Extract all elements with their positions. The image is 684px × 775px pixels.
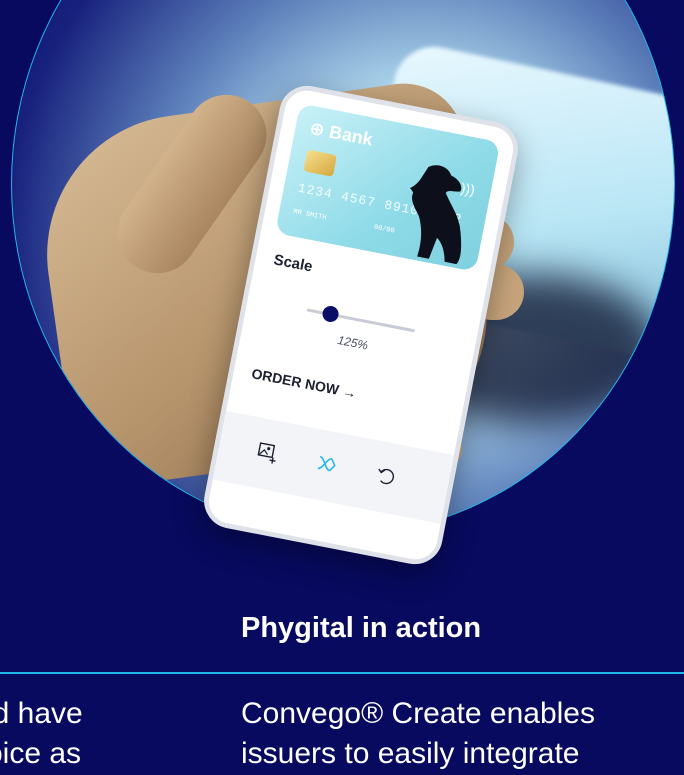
card-holder: MR SMITH bbox=[292, 208, 328, 223]
left-text-line: ld have bbox=[0, 697, 83, 730]
phone-toolbar bbox=[212, 410, 454, 524]
bank-logo: ⊕ Bank bbox=[307, 117, 375, 150]
bank-card: ⊕ Bank ))) 1234 4567 8910 1112 MR SMITH … bbox=[274, 103, 501, 272]
bank-name: Bank bbox=[327, 121, 375, 150]
section-divider bbox=[0, 672, 684, 674]
left-column-text: ld have oice as bbox=[0, 694, 206, 774]
right-column-text: Convego® Create enables issuers to easil… bbox=[241, 694, 681, 774]
scale-value: 125% bbox=[336, 332, 370, 353]
scale-slider-thumb[interactable] bbox=[321, 304, 340, 324]
right-text-line: Convego® Create enables bbox=[241, 697, 595, 730]
dog-icon bbox=[410, 165, 462, 265]
card-chip-icon bbox=[303, 149, 337, 177]
card-expiry: 00/00 bbox=[373, 223, 396, 236]
scale-label: Scale bbox=[272, 251, 314, 276]
pattern-icon[interactable] bbox=[314, 451, 340, 477]
right-text-line: issuers to easily integrate bbox=[241, 737, 580, 770]
add-image-icon[interactable] bbox=[255, 440, 281, 466]
section-title: Phygital in action bbox=[241, 612, 482, 644]
order-now-button[interactable]: ORDER NOW → bbox=[250, 365, 358, 401]
undo-icon[interactable] bbox=[373, 463, 399, 489]
left-text-line: oice as bbox=[0, 737, 82, 770]
